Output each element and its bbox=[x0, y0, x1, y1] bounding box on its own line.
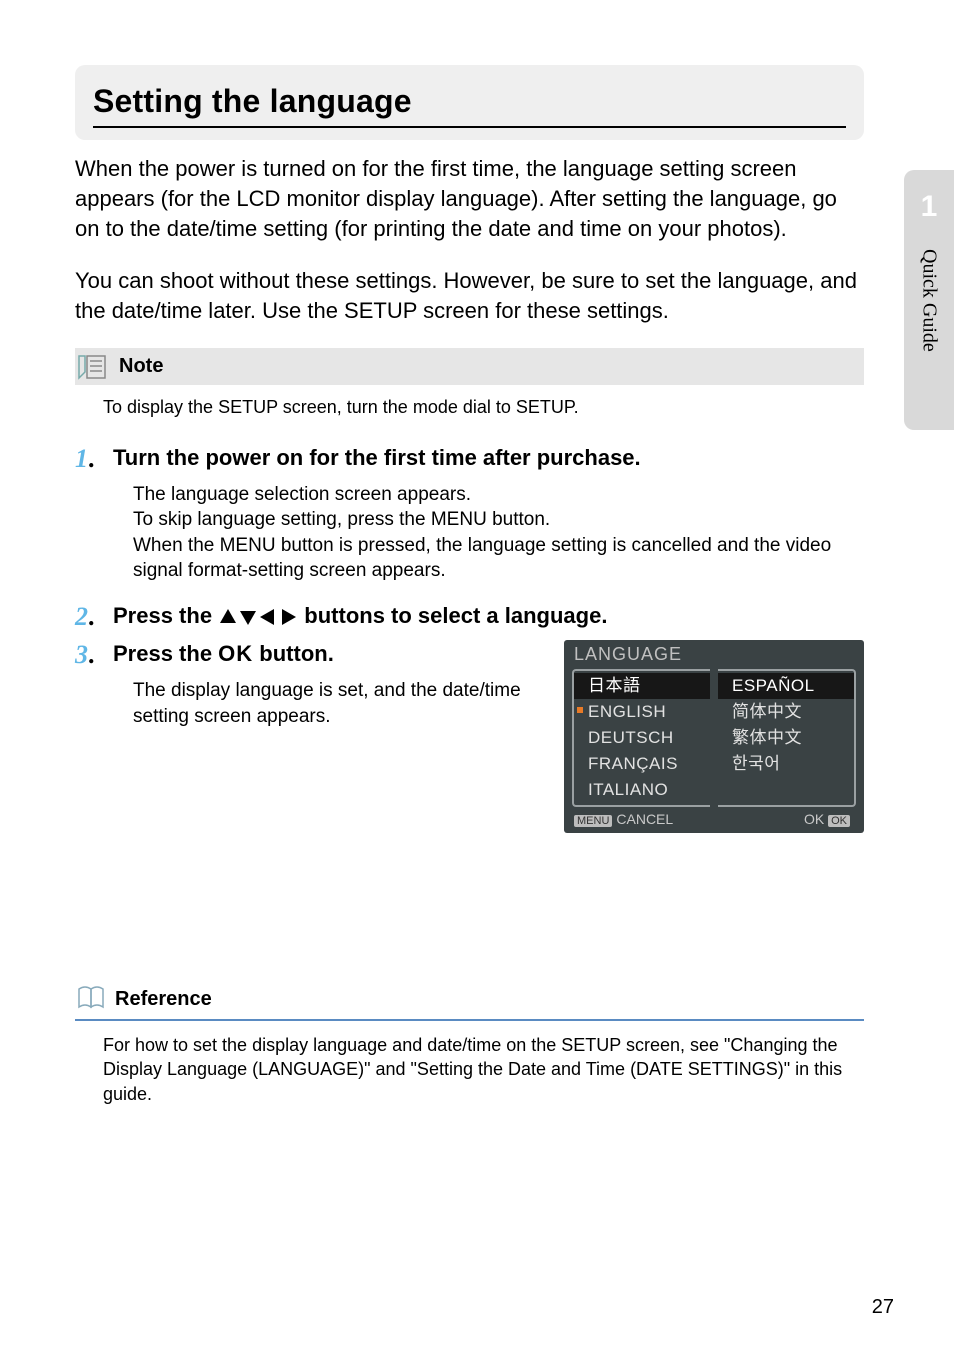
section-heading: Setting the language bbox=[93, 83, 846, 128]
lcd-item bbox=[718, 777, 854, 803]
lcd-title: LANGUAGE bbox=[564, 640, 864, 669]
chapter-tab: 1 Quick Guide bbox=[904, 170, 954, 430]
lcd-col-left: 日本語 ENGLISH DEUTSCH FRANÇAIS ITALIANO bbox=[572, 669, 710, 807]
lcd-body: 日本語 ENGLISH DEUTSCH FRANÇAIS ITALIANO ES… bbox=[564, 669, 864, 807]
note-icon bbox=[75, 352, 109, 382]
note-heading-row: Note bbox=[75, 348, 864, 385]
step-2-title: Press the buttons to select a language. bbox=[113, 602, 607, 631]
lcd-item: DEUTSCH bbox=[574, 725, 710, 751]
menu-key-icon: MENU bbox=[574, 815, 612, 827]
lcd-footer-right: OK OK bbox=[804, 811, 854, 827]
lcd-item-selected: ENGLISH bbox=[574, 699, 710, 725]
selection-marker-icon bbox=[577, 707, 583, 713]
direction-arrows-icon bbox=[218, 607, 298, 627]
reference-text: For how to set the display language and … bbox=[103, 1033, 864, 1106]
step-1: 1. Turn the power on for the first time … bbox=[75, 444, 864, 474]
reference-icon bbox=[75, 983, 109, 1016]
step-1-body: The language selection screen appears. T… bbox=[133, 482, 864, 585]
reference-label: Reference bbox=[115, 988, 212, 1011]
note-label: Note bbox=[119, 355, 163, 378]
step-1-number: 1. bbox=[75, 444, 97, 474]
note-text: To display the SETUP screen, turn the mo… bbox=[103, 397, 864, 418]
step-2: 2. Press the buttons to select a languag… bbox=[75, 602, 864, 632]
reference-heading-row: Reference bbox=[75, 983, 864, 1021]
step-3-number: 3. bbox=[75, 640, 97, 670]
lcd-item: 繁体中文 bbox=[718, 725, 854, 751]
step-3-wrap: 3. Press the OK button. The display lang… bbox=[75, 640, 864, 833]
lcd-item: ITALIANO bbox=[574, 777, 710, 803]
intro-paragraph-1: When the power is turned on for the firs… bbox=[75, 154, 864, 244]
step-3: 3. Press the OK button. bbox=[75, 640, 544, 670]
lcd-footer-left: MENUCANCEL bbox=[574, 811, 673, 827]
chapter-number: 1 bbox=[921, 190, 938, 224]
step-1-title: Turn the power on for the first time aft… bbox=[113, 444, 641, 473]
page-number: 27 bbox=[872, 1296, 894, 1319]
lcd-screenshot: LANGUAGE 日本語 ENGLISH DEUTSCH FRANÇAIS IT… bbox=[564, 640, 864, 833]
lcd-item: 简体中文 bbox=[718, 699, 854, 725]
lcd-item: 한국어 bbox=[718, 751, 854, 777]
step-3-body: The display language is set, and the dat… bbox=[133, 678, 544, 729]
lcd-item: FRANÇAIS bbox=[574, 751, 710, 777]
step-3-title: Press the OK button. bbox=[113, 640, 334, 669]
step-2-number: 2. bbox=[75, 602, 97, 632]
page-content: Setting the language When the power is t… bbox=[0, 0, 954, 1146]
ok-symbol-icon: OK bbox=[218, 641, 253, 666]
lcd-footer: MENUCANCEL OK OK bbox=[564, 807, 864, 829]
lcd-col-right: ESPAÑOL 简体中文 繁体中文 한국어 bbox=[718, 669, 856, 807]
section-heading-block: Setting the language bbox=[75, 65, 864, 140]
intro-paragraph-2: You can shoot without these settings. Ho… bbox=[75, 266, 864, 326]
lcd-item: ESPAÑOL bbox=[718, 673, 854, 699]
lcd-item: 日本語 bbox=[574, 673, 710, 699]
chapter-label: Quick Guide bbox=[918, 249, 941, 352]
ok-key-icon: OK bbox=[828, 815, 850, 827]
